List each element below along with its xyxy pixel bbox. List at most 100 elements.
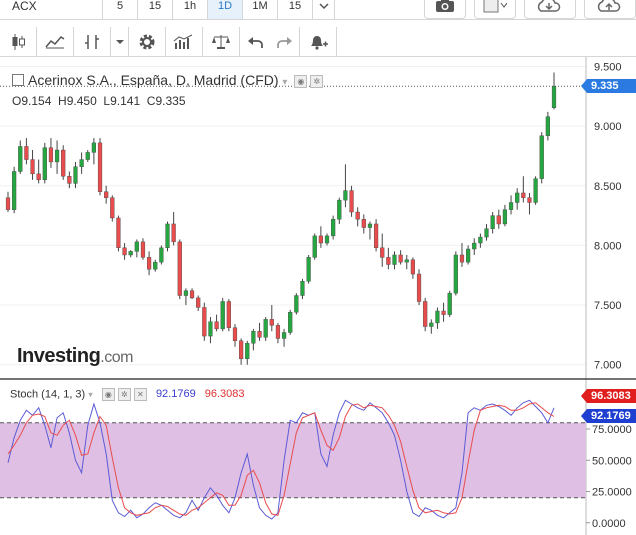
- candle-body: [54, 149, 60, 163]
- candle: [12, 166, 17, 214]
- ohlc-readout: O9.154 H9.450 L9.141 C9.335: [12, 94, 186, 108]
- candle: [48, 138, 54, 168]
- timeframe-1d[interactable]: 1D: [208, 0, 243, 19]
- candle-body: [373, 223, 379, 249]
- candle-body: [269, 319, 274, 326]
- price-chart[interactable]: 9.500 9.000 8.500 8.000 7.500 7.000 75.0000 50…: [0, 57, 636, 535]
- candle-body: [275, 325, 281, 339]
- candle: [337, 197, 342, 224]
- chevron-down-icon[interactable]: ▾: [88, 389, 93, 399]
- compare-button[interactable]: [203, 27, 240, 57]
- candle: [159, 245, 164, 265]
- price-tick-label: 7.500: [594, 300, 622, 312]
- eye-icon[interactable]: ◉: [101, 388, 115, 401]
- candle-body: [318, 235, 323, 244]
- candle: [208, 316, 213, 344]
- timeframe-5[interactable]: 5: [103, 0, 138, 19]
- redo-icon: [276, 37, 292, 48]
- candle-body: [416, 273, 422, 302]
- candle-body: [122, 247, 127, 256]
- settings-icon[interactable]: ✲: [117, 388, 131, 401]
- open-value: O9.154: [12, 94, 52, 108]
- candle: [435, 307, 440, 329]
- candle-body: [91, 142, 96, 153]
- candle: [361, 214, 366, 234]
- undo-icon: [248, 37, 263, 48]
- stoch-tick-label: 50.0000: [592, 455, 632, 467]
- timeframe-1m[interactable]: 1M: [243, 0, 278, 19]
- candle: [275, 322, 281, 344]
- candle-body: [153, 261, 158, 270]
- candle: [306, 254, 311, 284]
- candle: [146, 251, 152, 276]
- candle-body: [67, 176, 72, 184]
- candle: [288, 309, 293, 335]
- timeframe-1h[interactable]: 1h: [173, 0, 208, 19]
- candle: [373, 219, 379, 252]
- candle: [226, 299, 231, 332]
- undo-button[interactable]: [240, 27, 270, 57]
- candle-body: [288, 312, 293, 333]
- bar-chart-icon: [85, 35, 99, 49]
- candle-body: [73, 166, 78, 184]
- candle-body: [515, 192, 520, 203]
- symbol-search-field[interactable]: ACX: [0, 0, 103, 19]
- indicators-button[interactable]: [166, 27, 203, 57]
- candle-body: [324, 235, 330, 244]
- settings-icon[interactable]: ✲: [310, 74, 324, 88]
- stoch-tick-label: 0.0000: [592, 518, 626, 530]
- timeframe-15-custom[interactable]: 15: [278, 0, 313, 19]
- price-tick-label: 8.500: [594, 181, 622, 193]
- redo-button[interactable]: [270, 27, 300, 57]
- candle: [484, 223, 489, 241]
- candle-body: [447, 292, 452, 315]
- candle: [423, 297, 428, 332]
- candle-body: [239, 340, 244, 359]
- candle-body: [226, 301, 231, 328]
- timeframe-dropdown[interactable]: [313, 0, 335, 19]
- stoch-k-value: 92.1769: [155, 388, 196, 401]
- candle-body: [171, 223, 176, 243]
- candlestick-series: [5, 72, 557, 365]
- candle: [466, 245, 471, 265]
- candle: [183, 288, 189, 306]
- settings-button[interactable]: [129, 27, 166, 57]
- candle-body: [429, 322, 434, 327]
- screenshot-button[interactable]: [424, 0, 466, 19]
- candle-body: [110, 197, 115, 219]
- candle-body: [521, 192, 526, 198]
- bar-chart-button[interactable]: [74, 27, 111, 57]
- candle: [410, 257, 416, 279]
- cloud-upload-icon: [597, 0, 621, 12]
- price-tick-label: 8.000: [594, 240, 622, 252]
- chart-style-dropdown[interactable]: [111, 27, 129, 57]
- candle: [134, 239, 139, 258]
- collapse-icon[interactable]: [12, 74, 24, 87]
- load-chart-button[interactable]: [524, 0, 576, 19]
- line-chart-icon: [45, 36, 65, 49]
- line-chart-button[interactable]: [37, 27, 74, 57]
- candle-body: [140, 241, 146, 258]
- candle: [54, 140, 60, 174]
- candle: [42, 142, 47, 184]
- candle-body: [85, 152, 90, 160]
- candle-body: [183, 290, 189, 296]
- candlestick-button[interactable]: [0, 27, 37, 57]
- chevron-down-icon[interactable]: ▾: [282, 77, 287, 88]
- chart-type-button[interactable]: [474, 0, 516, 19]
- alert-button[interactable]: [300, 27, 337, 57]
- candle: [551, 72, 557, 110]
- cloud-download-icon: [537, 0, 561, 12]
- eye-icon[interactable]: ◉: [294, 74, 308, 88]
- candle-body: [484, 228, 489, 238]
- candle: [281, 328, 287, 347]
- candle-body: [380, 247, 385, 258]
- candle: [380, 233, 385, 267]
- save-chart-button[interactable]: [584, 0, 636, 19]
- close-icon[interactable]: ✕: [133, 388, 147, 401]
- candle-body: [306, 257, 311, 282]
- candle-body: [79, 159, 84, 167]
- timeframe-15[interactable]: 15: [138, 0, 173, 19]
- candle: [545, 111, 550, 141]
- candle-body: [459, 254, 465, 263]
